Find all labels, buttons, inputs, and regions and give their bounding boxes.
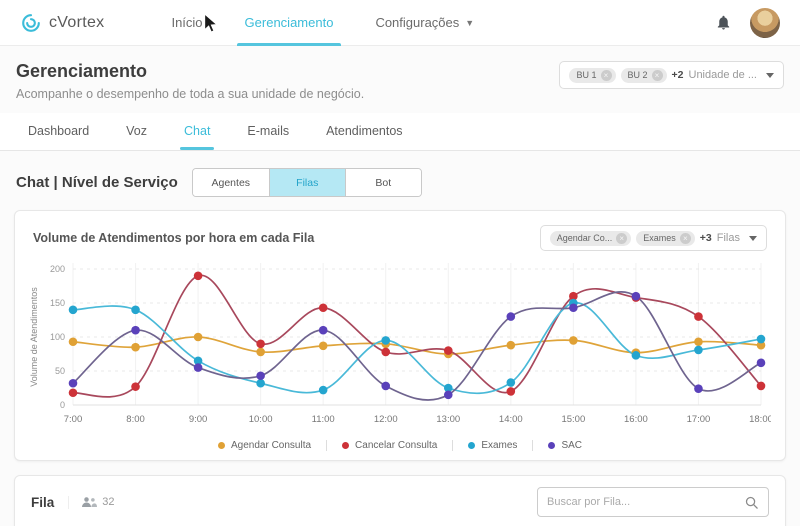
volume-line-chart: 0 50 100 150 200 7:00 8:00 9:00 10:00 11:00 12:00 1… [27, 255, 771, 433]
bu-chip-2: BU 2 [621, 68, 667, 83]
page-header: Gerenciamento Acompanhe o desempenho de … [14, 46, 786, 109]
tab-dashboard[interactable]: Dashboard [28, 113, 89, 150]
filter-chip-2-label: Exames [643, 233, 676, 243]
svg-text:17:00: 17:00 [687, 414, 711, 425]
user-avatar[interactable] [750, 8, 780, 38]
chevron-down-icon: ▼ [465, 18, 474, 28]
legend-item-exames[interactable]: Exames [452, 440, 532, 451]
svg-text:14:00: 14:00 [499, 414, 523, 425]
svg-text:200: 200 [50, 264, 65, 274]
legend-label: Agendar Consulta [231, 440, 311, 451]
search-field-wrap [537, 487, 769, 517]
notification-bell-icon[interactable] [715, 13, 732, 32]
bu-chip-2-label: BU 2 [628, 70, 648, 80]
svg-text:12:00: 12:00 [374, 414, 398, 425]
svg-text:9:00: 9:00 [189, 414, 208, 425]
section-header-row: Chat | Nível de Serviço Agentes Filas Bo… [14, 151, 786, 210]
svg-text:7:00: 7:00 [64, 414, 83, 425]
table-title: Fila [31, 495, 54, 510]
legend-dot-icon [342, 442, 349, 449]
segment-bot-button[interactable]: Bot [345, 169, 421, 196]
page-header-text: Gerenciamento Acompanhe o desempenho de … [16, 61, 364, 101]
queues-count: 32 [102, 496, 114, 508]
nav-item-configuracoes-label: Configurações [375, 15, 459, 30]
nav-item-inicio[interactable]: Início [171, 0, 202, 46]
tab-atendimentos[interactable]: Atendimentos [326, 113, 402, 150]
filter-label: Filas [717, 232, 740, 244]
legend-label: Exames [481, 440, 517, 451]
segment-filas-button[interactable]: Filas [269, 169, 345, 196]
bu-more-count: +2 [672, 69, 684, 81]
svg-text:15:00: 15:00 [561, 414, 585, 425]
filter-chip-2: Exames [636, 231, 695, 246]
svg-text:150: 150 [50, 298, 65, 308]
legend-item-sac[interactable]: SAC [532, 440, 597, 451]
svg-text:18:00: 18:00 [749, 414, 771, 425]
remove-filter-2-icon[interactable] [680, 233, 691, 244]
page-content: Gerenciamento Acompanhe o desempenho de … [0, 46, 800, 526]
table-count-wrap: 32 [68, 496, 114, 509]
top-navigation-bar: cVortex Início Gerenciamento Configuraçõ… [0, 0, 800, 46]
svg-text:8:00: 8:00 [126, 414, 145, 425]
queue-filter-select[interactable]: Agendar Co... Exames +3 Filas [540, 225, 767, 251]
table-header-row: Fila 32 [15, 476, 785, 526]
queues-table-card: Fila 32 Fila Situação dos 00:00 - 01:00 … [14, 475, 786, 526]
business-unit-select[interactable]: BU 1 BU 2 +2 Unidade de ... [559, 61, 784, 89]
svg-text:50: 50 [55, 366, 65, 376]
legend-label: Cancelar Consulta [355, 440, 437, 451]
legend-item-agendar-consulta[interactable]: Agendar Consulta [203, 440, 326, 451]
svg-text:Volume de Atendimentos: Volume de Atendimentos [29, 287, 39, 387]
search-icon[interactable] [744, 495, 759, 510]
svg-text:16:00: 16:00 [624, 414, 648, 425]
svg-text:11:00: 11:00 [312, 414, 335, 425]
queues-users-icon [82, 496, 97, 509]
filter-chip-1: Agendar Co... [550, 231, 632, 246]
bu-select-placeholder: Unidade de ... [689, 69, 758, 81]
svg-text:0: 0 [60, 400, 65, 410]
legend-dot-icon [468, 442, 475, 449]
mouse-cursor-icon [202, 13, 219, 35]
chart-header: Volume de Atendimentos por hora em cada … [27, 219, 773, 255]
legend-dot-icon [548, 442, 555, 449]
filter-chip-1-label: Agendar Co... [557, 233, 613, 243]
search-queue-input[interactable] [547, 496, 744, 508]
tab-voz[interactable]: Voz [126, 113, 147, 150]
legend-dot-icon [218, 442, 225, 449]
chevron-down-icon [766, 73, 774, 78]
svg-text:13:00: 13:00 [436, 414, 460, 425]
remove-bu-2-icon[interactable] [652, 70, 663, 81]
tab-chat[interactable]: Chat [184, 113, 210, 150]
chevron-down-icon [749, 236, 757, 241]
section-title: Chat | Nível de Serviço [16, 174, 178, 191]
nav-right-actions [715, 8, 780, 38]
bu-chip-1: BU 1 [569, 68, 615, 83]
remove-filter-1-icon[interactable] [616, 233, 627, 244]
page-title: Gerenciamento [16, 61, 364, 82]
svg-text:10:00: 10:00 [249, 414, 273, 425]
tab-emails[interactable]: E-mails [247, 113, 289, 150]
legend-label: SAC [561, 440, 582, 451]
cvortex-logo[interactable]: cVortex [20, 12, 104, 34]
svg-text:100: 100 [50, 332, 65, 342]
cvortex-spiral-icon [20, 12, 42, 34]
nav-item-gerenciamento[interactable]: Gerenciamento [245, 0, 334, 46]
segment-agentes-button[interactable]: Agentes [193, 169, 269, 196]
volume-chart-card: Volume de Atendimentos por hora em cada … [14, 210, 786, 461]
view-segmented-control: Agentes Filas Bot [192, 168, 422, 197]
page-subtitle: Acompanhe o desempenho de toda a sua uni… [16, 87, 364, 101]
bu-chip-1-label: BU 1 [576, 70, 596, 80]
filter-more-count: +3 [700, 232, 712, 244]
legend-item-cancelar-consulta[interactable]: Cancelar Consulta [326, 440, 452, 451]
chart-title: Volume de Atendimentos por hora em cada … [33, 231, 314, 245]
remove-bu-1-icon[interactable] [601, 70, 612, 81]
nav-item-configuracoes[interactable]: Configurações ▼ [375, 0, 474, 46]
logo-text: cVortex [49, 14, 104, 32]
chart-legend: Agendar Consulta Cancelar Consulta Exame… [27, 438, 773, 460]
tab-bar: Dashboard Voz Chat E-mails Atendimentos [0, 113, 800, 151]
